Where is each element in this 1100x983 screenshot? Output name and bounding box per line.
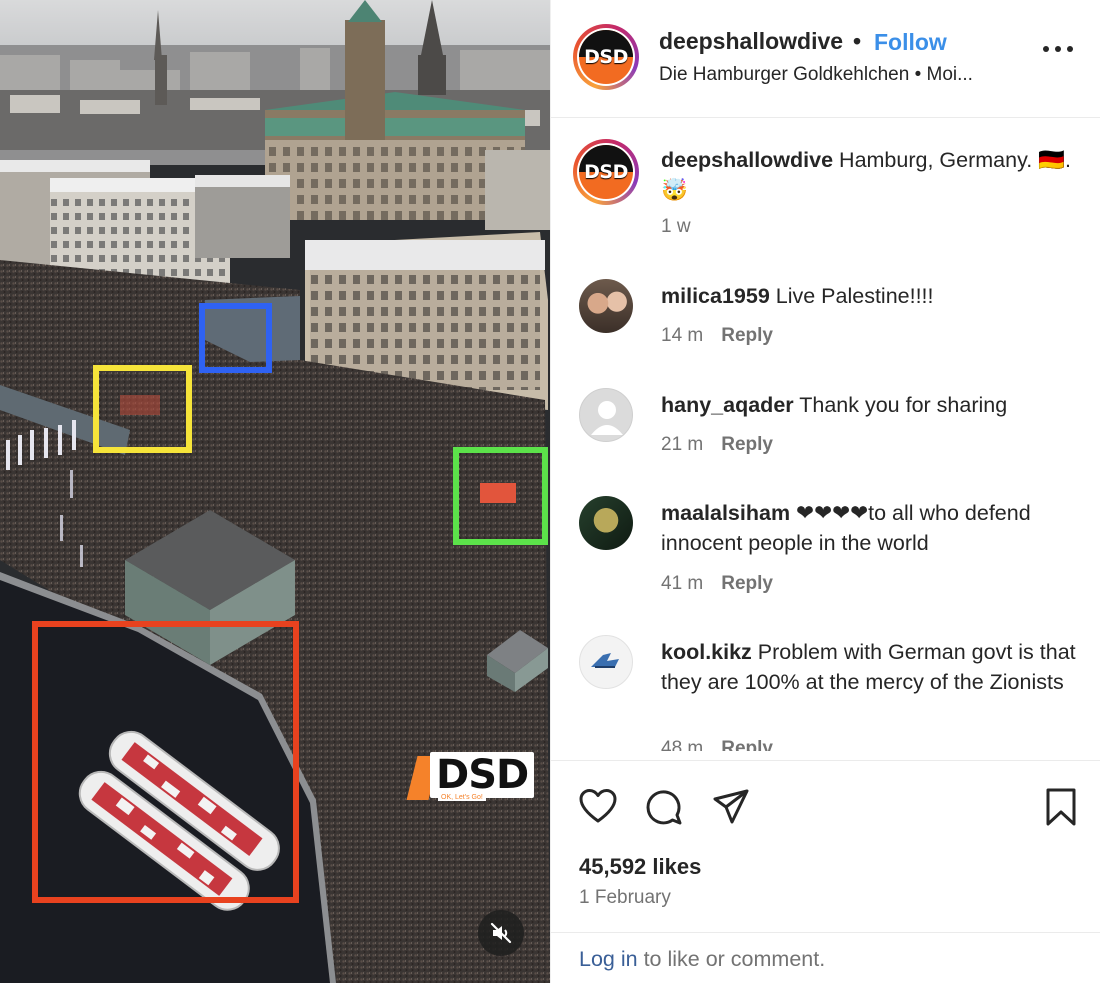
dsd-watermark: DSD OK, Let's Go! — [406, 752, 535, 804]
muted-speaker-icon — [490, 922, 512, 944]
commenter-avatar[interactable] — [579, 388, 633, 442]
comment-meta: 41 m Reply — [661, 573, 773, 594]
bookmark-icon[interactable] — [1041, 787, 1081, 827]
red-highlight-box — [32, 621, 299, 903]
heart-icon[interactable] — [578, 787, 618, 827]
author-avatar[interactable]: DSD — [573, 24, 639, 90]
login-link[interactable]: Log in — [579, 947, 638, 971]
login-prompt-text: to like or comment. — [637, 947, 826, 971]
caption-username[interactable]: deepshallowdive — [661, 148, 833, 172]
blue-highlight-box — [199, 303, 272, 373]
default-avatar-icon — [591, 401, 623, 435]
commenter-avatar[interactable] — [579, 279, 633, 333]
yellow-highlight-box — [93, 365, 192, 453]
post-actions: 45,592 likes 1 February — [551, 760, 1100, 932]
green-highlight-box — [453, 447, 548, 545]
comment-text: kool.kikz Problem with German govt is th… — [661, 640, 1076, 694]
mute-toggle-button[interactable] — [478, 910, 524, 956]
caption-avatar[interactable]: DSD — [573, 139, 639, 205]
reply-button[interactable]: Reply — [721, 325, 773, 346]
comment-meta: 48 m Reply — [661, 738, 773, 751]
post-details-panel: DSD deepshallowdive • Follow Die Hamburg… — [550, 0, 1100, 983]
comment-icon[interactable] — [644, 787, 684, 827]
comment-text: hany_aqader Thank you for sharing — [661, 393, 1008, 417]
commenter-username[interactable]: milica1959 — [661, 284, 770, 308]
likes-count[interactable]: 45,592 likes — [579, 854, 701, 880]
comment-text: maalalsiham ❤❤❤❤to all who defend innoce… — [661, 501, 1031, 555]
post-video[interactable]: DSD OK, Let's Go! — [0, 0, 550, 983]
commenter-username[interactable]: maalalsiham — [661, 501, 790, 525]
audio-subtitle[interactable]: Die Hamburger Goldkehlchen • Moi... — [659, 64, 973, 86]
post-header: DSD deepshallowdive • Follow Die Hamburg… — [551, 0, 1100, 118]
commenter-avatar[interactable] — [579, 635, 633, 689]
commenter-username[interactable]: kool.kikz — [661, 640, 752, 664]
reply-button[interactable]: Reply — [721, 573, 773, 594]
comment-text: milica1959 Live Palestine!!!! — [661, 284, 934, 308]
more-options-icon[interactable] — [1041, 40, 1075, 60]
comment-meta: 14 m Reply — [661, 325, 773, 346]
follow-button[interactable]: Follow — [874, 29, 947, 56]
comments-list[interactable]: DSD deepshallowdive Hamburg, Germany. 🇩🇪… — [551, 119, 1100, 751]
caption-time: 1 w — [661, 216, 691, 237]
sneaker-logo-icon — [591, 653, 619, 668]
commenter-avatar[interactable] — [579, 496, 633, 550]
reply-button[interactable]: Reply — [721, 434, 773, 455]
author-username[interactable]: deepshallowdive — [659, 28, 843, 55]
caption-text: deepshallowdive Hamburg, Germany. 🇩🇪. 🤯 — [661, 148, 1071, 202]
reply-button[interactable]: Reply — [721, 738, 773, 751]
commenter-username[interactable]: hany_aqader — [661, 393, 794, 417]
login-prompt: Log in to like or comment. — [551, 932, 1100, 983]
post-date: 1 February — [579, 887, 671, 908]
comment-meta: 21 m Reply — [661, 434, 773, 455]
share-icon[interactable] — [711, 787, 751, 827]
separator-dot: • — [853, 28, 862, 54]
